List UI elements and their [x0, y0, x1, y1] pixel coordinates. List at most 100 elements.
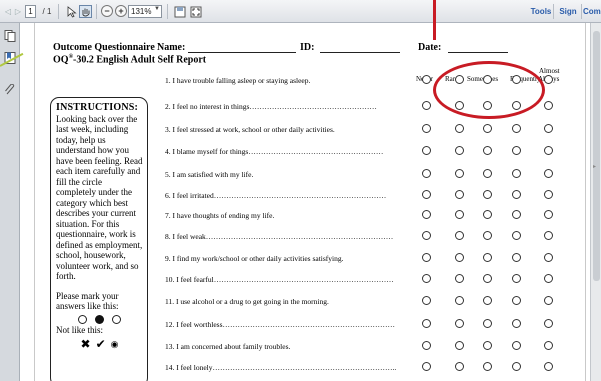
answer-radio-almost-always[interactable] — [544, 296, 553, 305]
toolbar-divider — [553, 4, 554, 19]
answer-radio-sometimes[interactable] — [483, 190, 492, 199]
answer-radio-frequently[interactable] — [512, 210, 521, 219]
answer-radio-almost-always[interactable] — [544, 319, 553, 328]
instructions-title: INSTRUCTIONS: — [56, 102, 139, 113]
answer-radio-frequently[interactable] — [512, 75, 521, 84]
id-field[interactable] — [320, 52, 400, 53]
item-text: 4. I blame myself for things………………………………… — [165, 147, 384, 156]
answer-radio-sometimes[interactable] — [483, 296, 492, 305]
answer-radio-never[interactable] — [422, 210, 431, 219]
answer-radio-rarely[interactable] — [455, 341, 464, 350]
answer-radio-frequently[interactable] — [512, 190, 521, 199]
answer-radio-never[interactable] — [422, 253, 431, 262]
answer-radio-almost-always[interactable] — [544, 210, 553, 219]
answer-radio-never[interactable] — [422, 101, 431, 110]
answer-radio-almost-always[interactable] — [544, 101, 553, 110]
answer-radio-sometimes[interactable] — [483, 210, 492, 219]
page-thumbnails-icon[interactable] — [4, 29, 16, 42]
answer-radio-rarely[interactable] — [455, 274, 464, 283]
sign-link[interactable]: Sign — [555, 5, 581, 18]
answer-radio-almost-always[interactable] — [544, 274, 553, 283]
name-field[interactable] — [188, 52, 296, 53]
zoom-level-select[interactable]: 131% ▼ — [128, 5, 162, 18]
item-text: 6. I feel irritated………………………………………………………… — [165, 191, 387, 200]
x-mark-icon: ✖ — [80, 337, 91, 351]
answer-radio-rarely[interactable] — [455, 319, 464, 328]
hand-tool-icon[interactable] — [79, 5, 92, 18]
answer-radio-rarely[interactable] — [455, 231, 464, 240]
answer-radio-never[interactable] — [422, 231, 431, 240]
fullscreen-icon[interactable] — [189, 5, 202, 18]
answer-radio-rarely[interactable] — [455, 362, 464, 371]
answer-radio-sometimes[interactable] — [483, 146, 492, 155]
answer-radio-frequently[interactable] — [512, 341, 521, 350]
answer-radio-sometimes[interactable] — [483, 124, 492, 133]
answer-radio-sometimes[interactable] — [483, 253, 492, 262]
attachments-icon[interactable] — [4, 83, 16, 95]
answer-radio-sometimes[interactable] — [483, 274, 492, 283]
answer-radio-frequently[interactable] — [512, 124, 521, 133]
answer-radio-never[interactable] — [422, 274, 431, 283]
answer-radio-never[interactable] — [422, 169, 431, 178]
mark-like-label: Please mark your answers like this: — [56, 290, 119, 312]
answer-radio-frequently[interactable] — [512, 274, 521, 283]
select-cursor-icon[interactable] — [65, 5, 78, 18]
answer-radio-rarely[interactable] — [455, 124, 464, 133]
answer-radio-never[interactable] — [422, 146, 431, 155]
answer-radio-never[interactable] — [422, 341, 431, 350]
answer-radio-rarely[interactable] — [455, 169, 464, 178]
answer-radio-sometimes[interactable] — [483, 75, 492, 84]
answer-radio-rarely[interactable] — [455, 101, 464, 110]
answer-radio-almost-always[interactable] — [544, 341, 553, 350]
answer-radio-rarely[interactable] — [455, 253, 464, 262]
answer-radio-almost-always[interactable] — [544, 253, 553, 262]
answer-radio-sometimes[interactable] — [483, 341, 492, 350]
toolbar-divider — [96, 4, 97, 19]
answer-radio-frequently[interactable] — [512, 253, 521, 262]
answer-radio-rarely[interactable] — [455, 296, 464, 305]
zoom-in-button[interactable]: + — [115, 5, 127, 17]
answer-radio-never[interactable] — [422, 124, 431, 133]
page-number-input[interactable]: 1 — [25, 5, 36, 18]
answer-radio-almost-always[interactable] — [544, 231, 553, 240]
answer-radio-almost-always[interactable] — [544, 146, 553, 155]
answer-radio-rarely[interactable] — [455, 190, 464, 199]
item-text: 5. I am satisfied with my life. — [165, 170, 254, 179]
answer-radio-frequently[interactable] — [512, 296, 521, 305]
answer-radio-frequently[interactable] — [512, 169, 521, 178]
scrollbar-thumb[interactable] — [593, 31, 600, 281]
vertical-scrollbar[interactable]: ▸ — [590, 23, 601, 381]
answer-radio-sometimes[interactable] — [483, 362, 492, 371]
answer-radio-almost-always[interactable] — [544, 124, 553, 133]
answer-radio-almost-always[interactable] — [544, 75, 553, 84]
answer-radio-never[interactable] — [422, 296, 431, 305]
answer-radio-frequently[interactable] — [512, 362, 521, 371]
answer-radio-sometimes[interactable] — [483, 319, 492, 328]
scribble-mark-icon: ◉ — [110, 339, 119, 349]
answer-radio-rarely[interactable] — [455, 210, 464, 219]
answer-radio-never[interactable] — [422, 362, 431, 371]
answer-radio-frequently[interactable] — [512, 231, 521, 240]
answer-radio-sometimes[interactable] — [483, 169, 492, 178]
answer-radio-sometimes[interactable] — [483, 101, 492, 110]
answer-radio-rarely[interactable] — [455, 75, 464, 84]
answer-radio-never[interactable] — [422, 319, 431, 328]
pdf-page: Outcome Questionnaire Name: ID: Date: OQ… — [34, 23, 586, 381]
previous-page-icon[interactable]: ◁ — [3, 5, 13, 18]
zoom-out-button[interactable]: − — [101, 5, 113, 17]
answer-radio-frequently[interactable] — [512, 319, 521, 328]
answer-radio-almost-always[interactable] — [544, 362, 553, 371]
answer-radio-rarely[interactable] — [455, 146, 464, 155]
date-field[interactable] — [448, 52, 508, 53]
answer-radio-almost-always[interactable] — [544, 169, 553, 178]
next-page-icon[interactable]: ▷ — [13, 5, 23, 18]
answer-radio-never[interactable] — [422, 75, 431, 84]
comment-link[interactable]: Comment — [583, 5, 601, 18]
answer-radio-frequently[interactable] — [512, 146, 521, 155]
answer-radio-frequently[interactable] — [512, 101, 521, 110]
fit-page-icon[interactable] — [173, 5, 186, 18]
answer-radio-almost-always[interactable] — [544, 190, 553, 199]
answer-radio-sometimes[interactable] — [483, 231, 492, 240]
tools-link[interactable]: Tools — [527, 5, 555, 18]
answer-radio-never[interactable] — [422, 190, 431, 199]
